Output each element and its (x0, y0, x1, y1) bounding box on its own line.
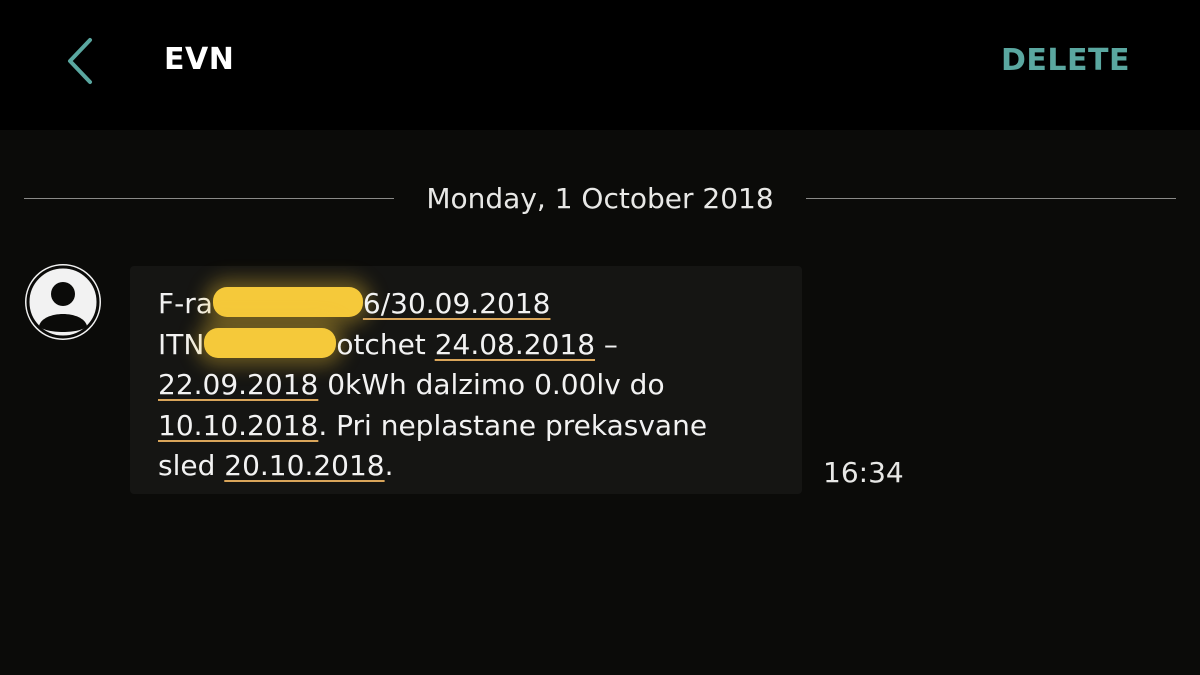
delete-button[interactable]: DELETE (1001, 43, 1130, 78)
message-text: . Pri neplastane prekasvane (318, 408, 708, 442)
message-line-1: F-ra 6/30.09.2018 (158, 284, 778, 325)
message-text: . (384, 449, 394, 482)
person-icon (26, 265, 100, 339)
divider-line-right (805, 197, 1177, 199)
message-text: – (595, 327, 618, 361)
date-label: Monday, 1 October 2018 (426, 181, 774, 215)
date-divider: Monday, 1 October 2018 (24, 178, 1177, 218)
message-line-3: 22.09.2018 0kWh dalzimo 0.00lv do (158, 365, 778, 406)
app-bar: EVN DELETE (0, 0, 1200, 130)
message-text: ITN (158, 327, 205, 361)
conversation-title: EVN (164, 42, 235, 77)
date-link[interactable]: 20.10.2018 (224, 449, 384, 482)
message-text: otchet (336, 327, 426, 361)
message-line-2: ITN otchet 24.08.2018 – (158, 325, 778, 366)
message-text: 0kWh dalzimo 0.00lv do (318, 368, 665, 401)
date-link[interactable]: 6/30.09.2018 (363, 287, 551, 320)
date-link[interactable]: 10.10.2018 (158, 409, 318, 442)
message-bubble[interactable]: F-ra 6/30.09.2018 ITN otchet 24.08.2018 – … (130, 266, 802, 494)
back-button[interactable] (58, 36, 102, 86)
message-line-5: sled 20.10.2018. (158, 446, 778, 487)
message-text: sled (158, 449, 225, 482)
message-text: F-ra (158, 287, 213, 320)
message-timestamp: 16:34 (823, 456, 904, 489)
divider-line-left (24, 197, 395, 199)
redaction-mark (204, 327, 337, 358)
message-line-4: 10.10.2018. Pri neplastane prekasvane (158, 406, 778, 447)
sender-avatar[interactable] (25, 264, 101, 340)
redaction-mark (212, 287, 363, 317)
date-link[interactable]: 22.09.2018 (158, 368, 318, 401)
message-thread-screen: EVN DELETE Monday, 1 October 2018 F-ra 6/… (0, 0, 1200, 675)
date-link[interactable]: 24.08.2018 (435, 328, 595, 361)
chevron-left-icon (68, 38, 92, 84)
